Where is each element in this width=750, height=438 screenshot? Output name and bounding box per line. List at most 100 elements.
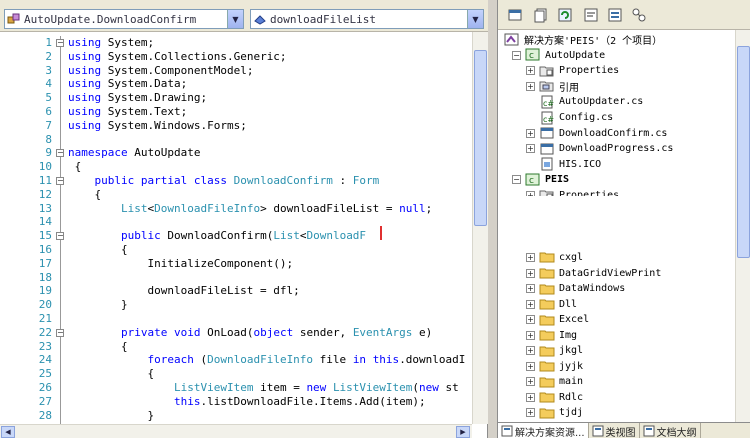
code-line[interactable]: 3 using System.ComponentModel; bbox=[0, 64, 472, 78]
expand-icon[interactable]: + bbox=[526, 315, 535, 325]
tree-node[interactable]: + DownloadConfirm.cs bbox=[526, 125, 667, 141]
code-line[interactable]: 10 { bbox=[0, 160, 472, 174]
view-designer-icon[interactable] bbox=[606, 6, 624, 24]
explorer-tab[interactable]: 解决方案资源... bbox=[498, 423, 589, 438]
code-line[interactable]: 26 ListViewItem item = new ListViewItem(… bbox=[0, 381, 472, 395]
expand-icon[interactable]: + bbox=[526, 361, 535, 371]
code-line[interactable]: 8 bbox=[0, 133, 472, 147]
code-line[interactable]: 1− using System; bbox=[0, 36, 472, 50]
code-line[interactable]: 7 using System.Windows.Forms; bbox=[0, 119, 472, 133]
properties-icon[interactable] bbox=[506, 6, 524, 24]
expand-icon[interactable]: + bbox=[526, 284, 535, 294]
code-line[interactable]: 22− private void OnLoad(object sender, E… bbox=[0, 326, 472, 340]
pane-splitter[interactable] bbox=[488, 0, 497, 438]
editor-vertical-scrollbar[interactable] bbox=[472, 32, 488, 424]
explorer-vertical-scrollbar[interactable] bbox=[735, 30, 750, 422]
tree-node[interactable]: + Dll bbox=[526, 296, 577, 312]
tree-node[interactable]: + 引用 bbox=[526, 79, 579, 95]
code-line[interactable]: 28 } bbox=[0, 409, 472, 423]
code-line[interactable]: 27 this.listDownloadFile.Items.Add(item)… bbox=[0, 395, 472, 409]
collapse-icon[interactable]: − bbox=[512, 175, 521, 185]
expand-icon[interactable]: + bbox=[526, 392, 535, 402]
tree-node[interactable]: + main bbox=[526, 374, 583, 390]
code-token: { bbox=[68, 160, 82, 174]
tree-node[interactable]: + jkgl bbox=[526, 343, 583, 359]
type-token: List bbox=[120, 201, 148, 215]
expand-icon[interactable]: + bbox=[526, 66, 535, 76]
code-line[interactable]: 19 downloadFileList = dfl; bbox=[0, 284, 472, 298]
class-dropdown[interactable]: AutoUpdate.DownloadConfirm ▼ bbox=[4, 9, 244, 29]
tree-node[interactable]: HIS.ICO bbox=[526, 156, 601, 172]
chevron-down-icon[interactable]: ▼ bbox=[467, 10, 483, 28]
code-line[interactable]: 17 InitializeComponent(); bbox=[0, 257, 472, 271]
show-all-files-icon[interactable] bbox=[532, 6, 550, 24]
collapse-region-icon[interactable]: − bbox=[56, 149, 64, 158]
code-line[interactable]: 5 using System.Drawing; bbox=[0, 91, 472, 105]
expand-icon[interactable]: + bbox=[526, 144, 535, 154]
code-editor[interactable]: AutoUpdate.DownloadConfirm ▼ downloadFil… bbox=[0, 0, 718, 438]
scroll-right-icon[interactable]: ▶ bbox=[456, 426, 470, 438]
editor-horizontal-scrollbar[interactable]: ◀ ▶ bbox=[0, 424, 472, 438]
tree-node[interactable]: + DataGridViewPrint bbox=[526, 265, 661, 281]
code-line[interactable]: 9− namespace AutoUpdate bbox=[0, 146, 472, 160]
tree-node[interactable]: c# AutoUpdater.cs bbox=[526, 94, 643, 110]
expand-icon[interactable]: + bbox=[526, 268, 535, 278]
tree-node[interactable]: − c PEIS bbox=[512, 172, 569, 188]
expand-icon[interactable]: + bbox=[526, 299, 535, 309]
tree-node[interactable]: + tjdj bbox=[526, 405, 583, 421]
tree-node-label: jkgl bbox=[559, 345, 584, 357]
tree-node[interactable]: + DataWindows bbox=[526, 281, 625, 297]
tree-node[interactable]: c# Config.cs bbox=[526, 110, 613, 126]
expand-icon[interactable]: + bbox=[526, 377, 535, 387]
code-line[interactable]: 25 { bbox=[0, 367, 472, 381]
expand-icon[interactable]: + bbox=[526, 128, 535, 138]
code-line[interactable]: 6 using System.Text; bbox=[0, 105, 472, 119]
code-line[interactable]: 12 { bbox=[0, 188, 472, 202]
line-number: 9 bbox=[45, 146, 52, 160]
chevron-down-icon[interactable]: ▼ bbox=[227, 10, 243, 28]
refresh-icon[interactable] bbox=[556, 6, 574, 24]
expand-icon[interactable]: + bbox=[526, 252, 535, 262]
expand-icon[interactable]: + bbox=[526, 408, 535, 418]
collapse-region-icon[interactable]: − bbox=[56, 39, 64, 47]
explorer-tab[interactable]: 文档大纲 bbox=[640, 423, 701, 438]
collapse-icon[interactable]: − bbox=[512, 50, 521, 60]
tree-node[interactable]: + Excel bbox=[526, 312, 589, 328]
code-line[interactable]: 4 using System.Data; bbox=[0, 77, 472, 91]
keyword-token: namespace bbox=[68, 146, 128, 160]
tree-node[interactable]: + Rdlc bbox=[526, 390, 583, 406]
collapse-region-icon[interactable]: − bbox=[56, 177, 64, 185]
scrollbar-thumb[interactable] bbox=[737, 46, 750, 258]
member-dropdown[interactable]: downloadFileList ▼ bbox=[250, 9, 484, 29]
tree-node[interactable]: − c AutoUpdate bbox=[512, 48, 605, 64]
code-line[interactable]: 18 bbox=[0, 271, 472, 285]
tree-node[interactable]: + cxgl bbox=[526, 250, 583, 266]
view-code-icon[interactable] bbox=[582, 6, 600, 24]
keyword-token: this bbox=[372, 353, 400, 367]
code-line[interactable]: 11− public partial class DownloadConfirm… bbox=[0, 174, 472, 188]
collapse-region-icon[interactable]: − bbox=[56, 328, 64, 337]
expand-icon[interactable]: + bbox=[526, 346, 535, 356]
code-line[interactable]: 24 foreach (DownloadFileInfo file in thi… bbox=[0, 353, 472, 367]
tree-node[interactable]: + DownloadProgress.cs bbox=[526, 141, 673, 157]
code-line[interactable]: 20 } bbox=[0, 298, 472, 312]
code-line[interactable]: 13 List<DownloadFileInfo> downloadFileLi… bbox=[0, 202, 472, 216]
folder-icon bbox=[539, 406, 555, 420]
tree-node[interactable]: + Properties bbox=[526, 63, 619, 79]
scroll-left-icon[interactable]: ◀ bbox=[1, 426, 15, 438]
explorer-tab[interactable]: 类视图 bbox=[589, 423, 640, 438]
code-line[interactable]: 2 using System.Collections.Generic; bbox=[0, 50, 472, 64]
expand-icon[interactable]: + bbox=[526, 81, 535, 91]
scrollbar-thumb[interactable] bbox=[474, 50, 487, 226]
collapse-region-icon[interactable]: − bbox=[56, 232, 64, 241]
code-line[interactable]: 21 bbox=[0, 312, 472, 326]
tree-node[interactable]: + Img bbox=[526, 327, 577, 343]
code-line[interactable]: 23 { bbox=[0, 340, 472, 354]
tree-node[interactable]: 解决方案'PEIS'（2 个项目） bbox=[504, 32, 662, 48]
tree-node[interactable]: + jyjk bbox=[526, 359, 583, 375]
class-diagram-icon[interactable] bbox=[630, 6, 648, 24]
keyword-token: private void bbox=[120, 325, 201, 339]
expand-icon[interactable]: + bbox=[526, 330, 535, 340]
